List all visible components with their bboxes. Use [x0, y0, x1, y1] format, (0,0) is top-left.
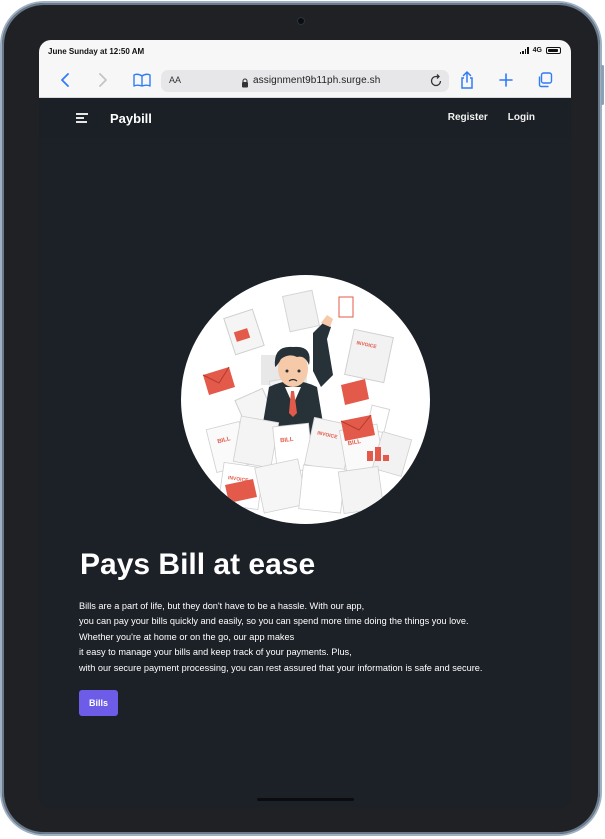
nav-links: Register Login	[448, 112, 535, 123]
new-tab-icon[interactable]	[496, 70, 516, 90]
battery-icon	[546, 47, 561, 54]
login-link[interactable]: Login	[508, 112, 535, 123]
url-text: assignment9b11ph.surge.sh	[253, 75, 381, 86]
hero-paragraph-line: you can pay your bills quickly and easil…	[79, 616, 469, 627]
lock-icon	[241, 75, 249, 93]
hero-paragraph-line: it easy to manage your bills and keep tr…	[79, 647, 352, 658]
browser-controls: AA assignment9b11ph.surge.sh	[39, 66, 571, 94]
menu-icon[interactable]	[76, 113, 88, 123]
register-link[interactable]: Register	[448, 112, 488, 123]
site-navbar: Paybill Register Login	[39, 98, 571, 138]
bills-button[interactable]: Bills	[79, 690, 118, 716]
cellular-signal-icon	[519, 47, 529, 54]
tablet-frame: June Sunday at 12:50 AM 4G AA assignment…	[2, 3, 604, 834]
hero-illustration: INVOICE BILL INVOICE BILL INVOICE BILL	[181, 275, 430, 524]
share-icon[interactable]	[457, 70, 477, 90]
tabs-overview-icon[interactable]	[535, 70, 555, 90]
hero-paragraph-line: with our secure payment processing, you …	[79, 662, 483, 673]
reader-text-size-button[interactable]: AA	[169, 75, 181, 85]
screen: June Sunday at 12:50 AM 4G AA assignment…	[39, 40, 571, 807]
status-time: June Sunday at 12:50 AM	[48, 47, 145, 56]
reload-icon[interactable]	[429, 73, 443, 93]
front-camera	[298, 18, 304, 24]
hero-paragraph-line: Bills are a part of life, but they don't…	[79, 601, 365, 611]
hero-headline: Pays Bill at ease	[80, 548, 316, 581]
bookmarks-icon[interactable]	[132, 70, 152, 90]
forward-icon[interactable]	[93, 70, 113, 90]
back-icon[interactable]	[55, 70, 75, 90]
address-bar[interactable]: AA assignment9b11ph.surge.sh	[161, 70, 449, 92]
hero-paragraph: Bills are a part of life, but they don't…	[79, 599, 549, 676]
man-buried-in-bills-illustration: INVOICE BILL INVOICE BILL INVOICE BILL	[202, 289, 413, 515]
brand-logo-text[interactable]: Paybill	[110, 111, 152, 126]
home-indicator	[257, 798, 354, 801]
status-indicators: 4G	[519, 47, 561, 54]
hero-paragraph-line: Whether you're at home or on the go, our…	[79, 631, 295, 642]
network-type: 4G	[532, 47, 542, 54]
browser-toolbar: June Sunday at 12:50 AM 4G AA assignment…	[39, 40, 571, 98]
volume-button	[601, 65, 604, 105]
